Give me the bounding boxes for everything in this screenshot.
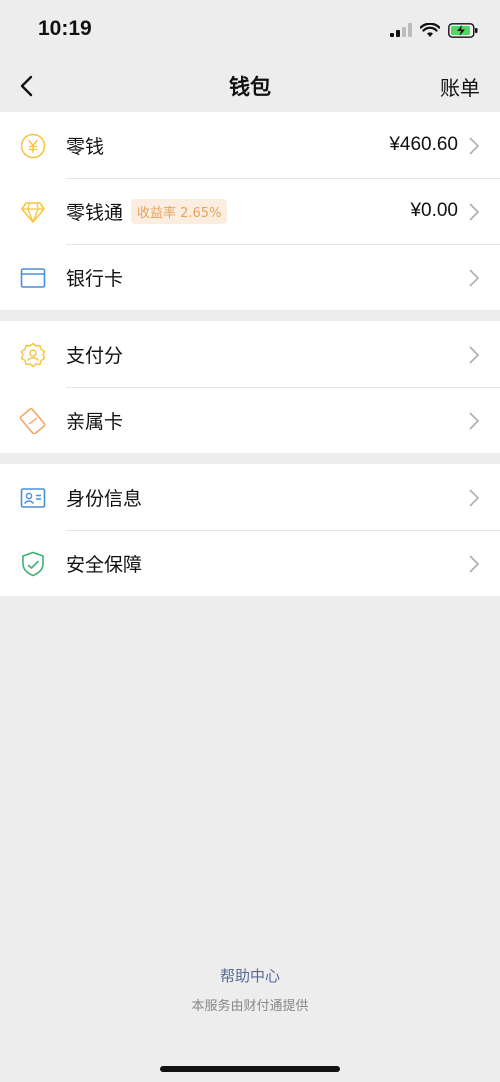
chevron-right-icon — [469, 412, 480, 430]
balance-value: ¥460.60 — [389, 134, 458, 155]
row-label: 安全保障 — [66, 553, 143, 576]
diamond-icon — [21, 202, 45, 223]
row-identity-info[interactable]: 身份信息 — [0, 464, 500, 530]
row-bank-card[interactable]: 银行卡 — [0, 244, 500, 310]
lingqiantong-value: ¥0.00 — [410, 200, 458, 221]
row-label: 银行卡 — [66, 267, 124, 290]
row-label: 零钱通 — [66, 201, 124, 224]
wifi-icon — [420, 22, 440, 37]
family-card-icon — [20, 408, 46, 434]
badge-icon — [20, 342, 46, 368]
row-family-card[interactable]: 亲属卡 — [0, 387, 500, 453]
battery-charging-icon — [448, 22, 478, 38]
bill-button[interactable]: 账单 — [440, 72, 480, 101]
chevron-right-icon — [469, 346, 480, 364]
service-provider-note: 本服务由财付通提供 — [191, 999, 309, 1014]
row-label: 身份信息 — [66, 487, 143, 510]
row-lingqiantong[interactable]: 零钱通 收益率 2.65% ¥0.00 — [0, 178, 500, 244]
id-card-icon — [20, 488, 46, 508]
yield-rate-badge: 收益率 2.65% — [131, 199, 228, 224]
bank-card-icon — [20, 268, 46, 288]
chevron-right-icon — [469, 203, 480, 221]
chevron-right-icon — [469, 489, 480, 507]
chevron-right-icon — [469, 555, 480, 573]
help-center-link[interactable]: 帮助中心 — [0, 965, 500, 986]
chevron-right-icon — [469, 269, 480, 287]
row-label: 亲属卡 — [66, 410, 124, 433]
home-indicator[interactable] — [160, 1066, 340, 1072]
status-time: 10:19 — [38, 17, 92, 40]
wallet-group-services: 支付分 亲属卡 — [0, 321, 500, 453]
row-label: 支付分 — [66, 344, 124, 367]
status-icons — [390, 20, 478, 40]
signal-icon — [390, 23, 412, 37]
wallet-group-account: 身份信息 安全保障 — [0, 464, 500, 596]
shield-icon — [22, 551, 44, 577]
page-title: 钱包 — [229, 75, 271, 99]
wallet-group-balance: 零钱 ¥460.60 零钱通 收益率 2.65% ¥0.00 银行卡 — [0, 112, 500, 310]
coin-icon — [20, 133, 46, 159]
row-label: 零钱 — [66, 135, 105, 158]
row-pay-score[interactable]: 支付分 — [0, 321, 500, 387]
row-change[interactable]: 零钱 ¥460.60 — [0, 112, 500, 178]
nav-bar: 钱包 账单 — [0, 60, 500, 112]
chevron-right-icon — [469, 137, 480, 155]
status-bar: 10:19 — [0, 0, 500, 60]
row-security[interactable]: 安全保障 — [0, 530, 500, 596]
